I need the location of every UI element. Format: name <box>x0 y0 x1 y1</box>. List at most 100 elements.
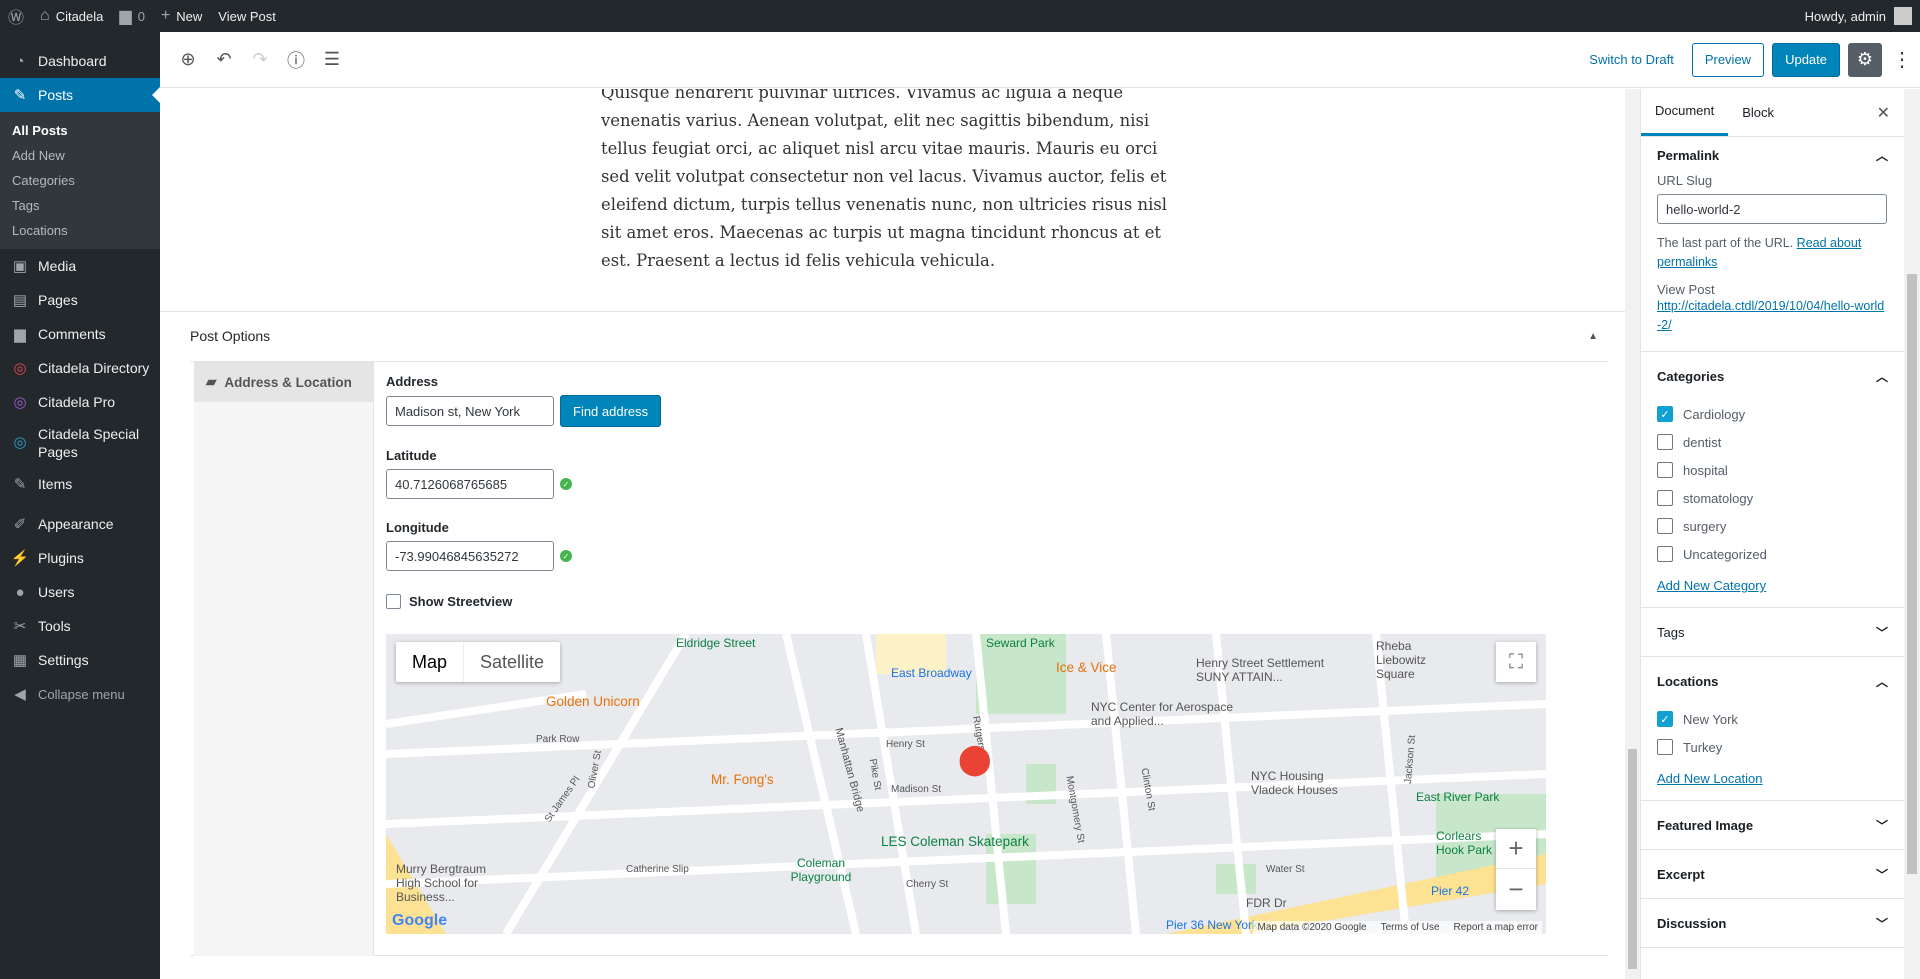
category-item[interactable]: Uncategorized <box>1657 540 1888 568</box>
more-menu-button[interactable]: ⋮ <box>1890 47 1914 72</box>
chevron-down-icon: ﹀ <box>1875 867 1888 882</box>
category-checkbox[interactable] <box>1657 434 1673 450</box>
map-label: FDR Dr <box>1246 896 1287 910</box>
map-marker-icon[interactable]: ⬤ <box>958 742 992 777</box>
excerpt-panel: Excerpt ﹀ <box>1641 850 1904 899</box>
tab-block[interactable]: Block <box>1728 89 1788 136</box>
user-icon: ● <box>15 583 25 601</box>
sidebar-scrollbar[interactable] <box>1904 89 1920 979</box>
submenu-all-posts[interactable]: All Posts <box>0 118 160 143</box>
fullscreen-button[interactable]: ⛶ <box>1496 642 1536 682</box>
zoom-in-button[interactable]: + <box>1496 829 1536 869</box>
tab-address-location[interactable]: ▰ Address & Location <box>194 362 373 402</box>
menu-citadela-directory[interactable]: ◎ Citadela Directory <box>0 351 160 385</box>
category-checkbox[interactable] <box>1657 490 1673 506</box>
block-navigation-button[interactable]: ☰ <box>314 42 350 78</box>
menu-media[interactable]: ▣ Media <box>0 249 160 283</box>
menu-dashboard[interactable]: ◔ Dashboard <box>0 44 160 78</box>
menu-citadela-pro[interactable]: ◎ Citadela Pro <box>0 385 160 419</box>
menu-items[interactable]: ✎ Items <box>0 467 160 501</box>
category-item[interactable]: ✓ Cardiology <box>1657 400 1888 428</box>
wordpress-logo[interactable]: Ⓦ <box>0 0 32 32</box>
category-item[interactable]: surgery <box>1657 512 1888 540</box>
preview-button[interactable]: Preview <box>1691 42 1765 77</box>
url-slug-input[interactable]: hello-world-2 <box>1657 194 1887 224</box>
report-error-link[interactable]: Report a map error <box>1454 922 1538 933</box>
close-icon[interactable]: ✕ <box>1877 103 1890 123</box>
menu-users[interactable]: ● Users <box>0 575 160 609</box>
submenu-locations[interactable]: Locations <box>0 218 160 243</box>
my-account[interactable]: Howdy, admin <box>1797 0 1920 32</box>
category-checkbox[interactable] <box>1657 462 1673 478</box>
undo-button[interactable]: ↶ <box>206 42 242 78</box>
new-content-link[interactable]: + New <box>153 0 210 32</box>
longitude-input[interactable]: -73.99046845635272 <box>386 541 554 571</box>
submenu-tags[interactable]: Tags <box>0 193 160 218</box>
menu-comments[interactable]: ▆ Comments <box>0 317 160 351</box>
menu-plugins[interactable]: ⚡ Plugins <box>0 541 160 575</box>
comments-link[interactable]: ▆ 0 <box>111 0 153 32</box>
tags-header[interactable]: Tags ﹀ <box>1657 608 1888 656</box>
collapse-menu[interactable]: ◀ Collapse menu <box>0 677 160 711</box>
menu-appearance[interactable]: ✐ Appearance <box>0 507 160 541</box>
collapse-arrow-icon[interactable]: ▲ <box>1588 331 1608 342</box>
streetview-checkbox[interactable] <box>386 594 401 609</box>
tags-panel: Tags ﹀ <box>1641 608 1904 657</box>
site-name-link[interactable]: ⌂ Citadela <box>32 0 111 32</box>
permalink-header[interactable]: Permalink ︿ <box>1657 137 1888 173</box>
category-item[interactable]: hospital <box>1657 456 1888 484</box>
locations-header[interactable]: Locations ︿ <box>1657 657 1888 705</box>
post-options-header[interactable]: Post Options ▲ <box>190 311 1608 361</box>
content-info-button[interactable]: ⓘ <box>278 42 314 78</box>
latitude-input[interactable]: 40.7126068765685 <box>386 469 554 499</box>
categories-header[interactable]: Categories ︿ <box>1657 352 1888 400</box>
find-address-button[interactable]: Find address <box>560 395 662 427</box>
chevron-up-icon: ︿ <box>1875 148 1888 163</box>
add-new-category-link[interactable]: Add New Category <box>1657 578 1888 593</box>
map-poi: Ice & Vice <box>1056 660 1117 675</box>
category-checkbox[interactable] <box>1657 518 1673 534</box>
menu-pages[interactable]: ▤ Pages <box>0 283 160 317</box>
latitude-field: Latitude 40.7126068765685 ✓ <box>386 448 572 499</box>
redo-button[interactable]: ↷ <box>242 42 278 78</box>
tab-document[interactable]: Document <box>1641 89 1729 136</box>
location-item[interactable]: Turkey <box>1657 733 1888 761</box>
featured-image-header[interactable]: Featured Image ﹀ <box>1657 801 1888 849</box>
menu-citadela-special-pages[interactable]: ◎ Citadela Special Pages <box>0 419 160 467</box>
post-url-link[interactable]: http://citadela.ctdl/2019/10/04/hello-wo… <box>1657 297 1888 335</box>
add-new-location-link[interactable]: Add New Location <box>1657 771 1888 786</box>
update-button[interactable]: Update <box>1772 42 1840 77</box>
category-checkbox[interactable] <box>1657 546 1673 562</box>
location-checkbox[interactable] <box>1657 739 1673 755</box>
add-block-button[interactable]: ⊕ <box>170 42 206 78</box>
map-type-satellite-button[interactable]: Satellite <box>464 642 560 682</box>
terms-link[interactable]: Terms of Use <box>1381 922 1440 933</box>
latitude-label: Latitude <box>386 448 437 463</box>
map-icon: ▰ <box>206 374 217 389</box>
map-type-map-button[interactable]: Map <box>396 642 465 682</box>
category-item[interactable]: dentist <box>1657 428 1888 456</box>
category-item[interactable]: stomatology <box>1657 484 1888 512</box>
address-input[interactable]: Madison st, New York <box>386 396 554 426</box>
discussion-header[interactable]: Discussion ﹀ <box>1657 899 1888 947</box>
location-checkbox[interactable]: ✓ <box>1657 711 1673 727</box>
map-label: Catherine Slip <box>626 864 689 875</box>
location-item[interactable]: ✓ New York <box>1657 705 1888 733</box>
switch-to-draft-button[interactable]: Switch to Draft <box>1579 52 1684 67</box>
paragraph-block[interactable]: Quisque hendrerit pulvinar ultrices. Viv… <box>601 89 1181 275</box>
settings-toggle-button[interactable]: ⚙ <box>1848 42 1882 77</box>
settings-sidebar: Document Block ✕ Permalink ︿ URL Slug hel… <box>1640 89 1904 979</box>
submenu-add-new[interactable]: Add New <box>0 143 160 168</box>
menu-settings[interactable]: ▦ Settings <box>0 643 160 677</box>
view-post-link[interactable]: View Post <box>210 0 284 32</box>
menu-tools[interactable]: ✂ Tools <box>0 609 160 643</box>
content-scrollbar[interactable] <box>1625 89 1640 979</box>
category-checkbox[interactable]: ✓ <box>1657 406 1673 422</box>
citadela-icon: ◎ <box>13 360 27 377</box>
zoom-out-button[interactable]: − <box>1496 869 1536 909</box>
menu-posts[interactable]: ✎ Posts <box>0 78 160 112</box>
excerpt-header[interactable]: Excerpt ﹀ <box>1657 850 1888 898</box>
submenu-categories[interactable]: Categories <box>0 168 160 193</box>
map[interactable]: Eldridge Street Seward Park East Broadwa… <box>386 634 1546 934</box>
home-icon: ⌂ <box>40 7 50 24</box>
